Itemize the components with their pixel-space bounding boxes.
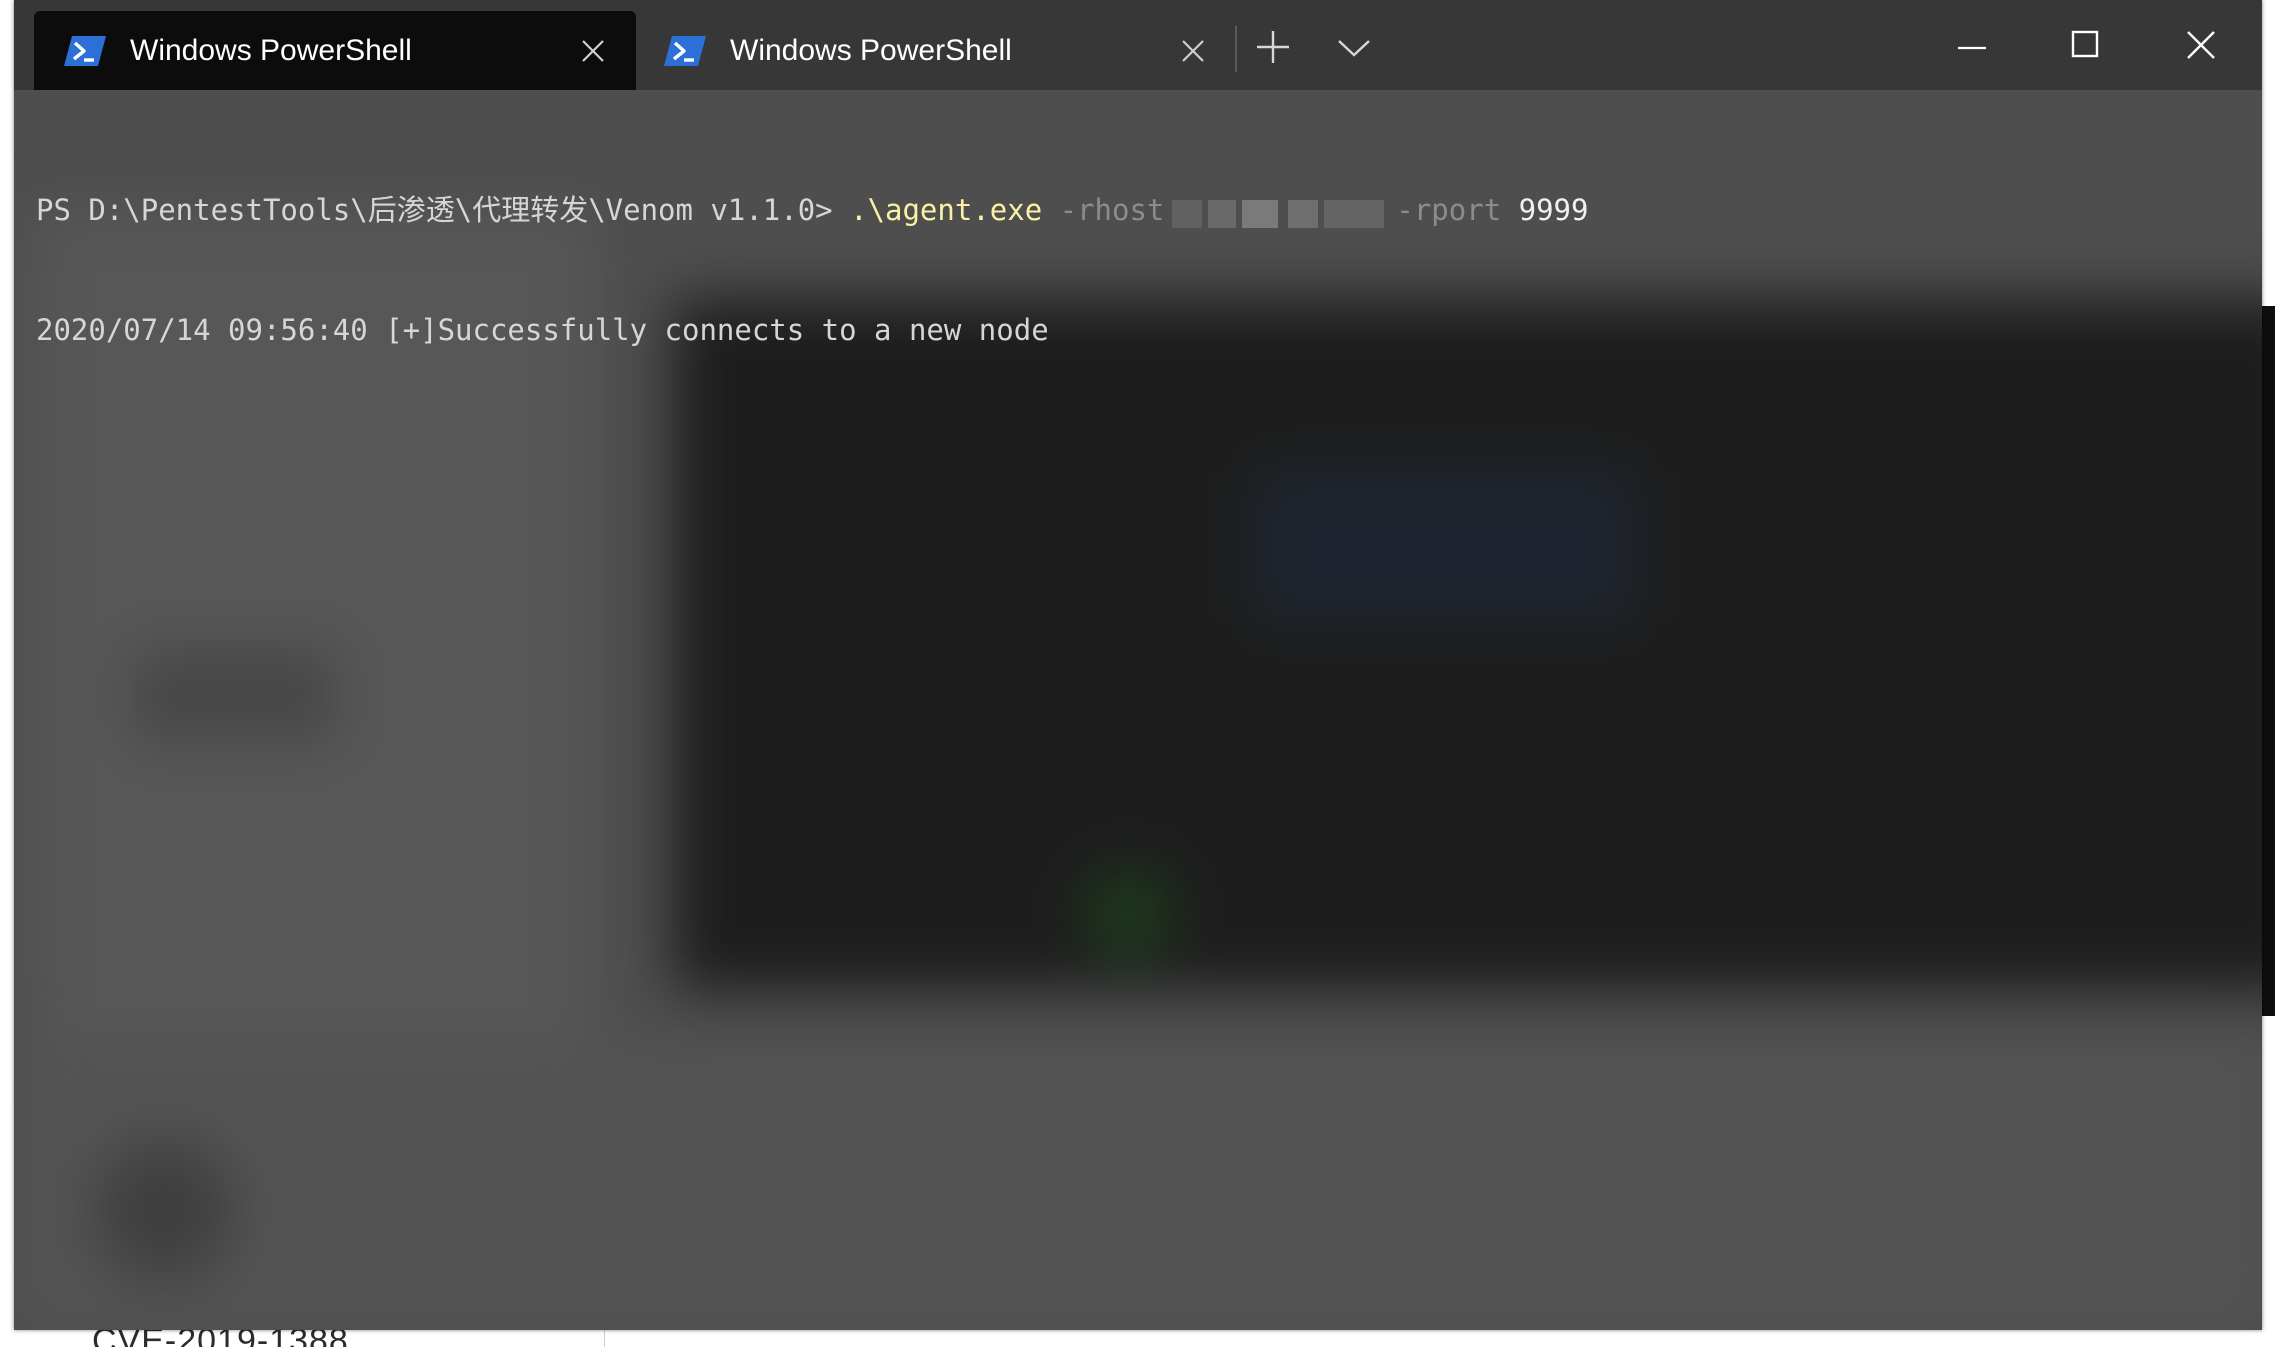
terminal-pane[interactable]: PS D:\PentestTools\后渗透\代理转发\Venom v1.1.0… <box>14 90 2262 1330</box>
close-icon[interactable] <box>578 36 608 66</box>
tab-separator <box>1235 26 1237 72</box>
param-rhost: -rhost <box>1059 193 1165 227</box>
close-icon[interactable] <box>1178 36 1208 66</box>
close-icon[interactable] <box>2184 28 2218 62</box>
tab-powershell-2[interactable]: Windows PowerShell <box>634 11 1236 90</box>
desktop: CVE-2019-1388 Windows PowerShell Windows… <box>0 0 2275 1347</box>
output-line: 2020/07/14 09:56:40 [+]Successfully conn… <box>36 313 1049 347</box>
plus-icon[interactable] <box>1254 28 1292 66</box>
minimize-icon[interactable] <box>1956 32 1988 64</box>
terminal-output: PS D:\PentestTools\后渗透\代理转发\Venom v1.1.0… <box>36 110 1588 430</box>
command-line: PS D:\PentestTools\后渗透\代理转发\Venom v1.1.0… <box>36 190 1588 230</box>
prompt: PS D:\PentestTools\后渗透\代理转发\Venom v1.1.0… <box>36 193 833 227</box>
tab-title: Windows PowerShell <box>730 33 1012 67</box>
rport-value: 9999 <box>1518 193 1589 227</box>
title-bar[interactable]: Windows PowerShell Windows PowerShell <box>14 0 2262 90</box>
powershell-icon <box>664 35 706 66</box>
redacted-ip <box>1168 196 1392 228</box>
terminal-window: Windows PowerShell Windows PowerShell PS… <box>14 0 2262 1330</box>
background-divider <box>604 1330 605 1347</box>
chevron-down-icon[interactable] <box>1336 36 1372 60</box>
maximize-icon[interactable] <box>2069 28 2101 60</box>
background-dark-panel <box>2262 306 2275 1016</box>
tab-title: Windows PowerShell <box>130 33 412 67</box>
tab-powershell-1[interactable]: Windows PowerShell <box>34 11 636 90</box>
powershell-icon <box>64 35 106 66</box>
param-rport: -rport <box>1396 193 1502 227</box>
command: .\agent.exe <box>850 193 1043 227</box>
